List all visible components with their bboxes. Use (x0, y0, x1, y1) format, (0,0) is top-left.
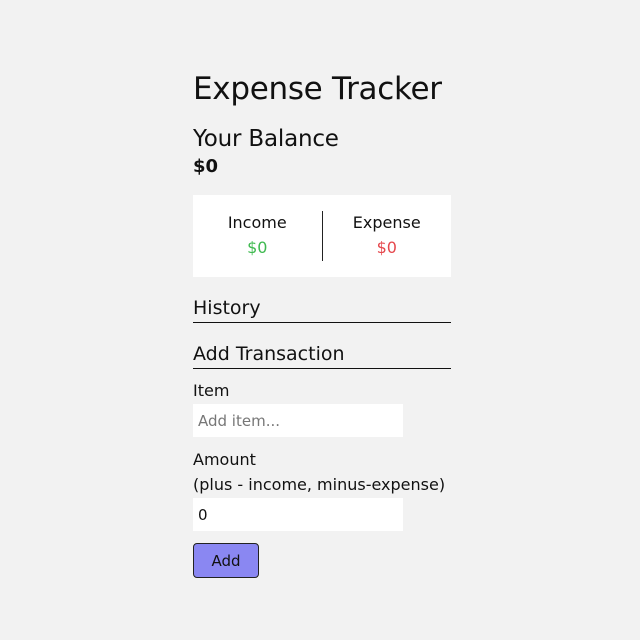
income-value: $0 (247, 238, 268, 257)
balance-value: $0 (193, 156, 219, 177)
amount-hint: (plus - income, minus-expense) (193, 475, 446, 494)
add-transaction-form: Item Amount (plus - income, minus-expens… (193, 378, 451, 578)
add-button[interactable]: Add (193, 543, 259, 578)
item-label: Item (193, 381, 230, 400)
income-label: Income (227, 213, 287, 232)
expense-value: $0 (376, 238, 397, 257)
add-transaction-heading: Add Transaction (193, 341, 451, 369)
item-input[interactable] (193, 404, 403, 437)
expense-label: Expense (352, 213, 421, 232)
balance-heading: Your Balance (193, 126, 339, 152)
history-heading: History (193, 295, 451, 323)
expense-tracker-app: Expense Tracker Your Balance $0 Income $… (193, 68, 451, 578)
amount-label: Amount (193, 450, 256, 469)
income-expense-summary: Income $0 Expense $0 (193, 195, 451, 277)
page-title: Expense Tracker (193, 71, 442, 107)
income-summary: Income $0 (193, 212, 322, 260)
expense-summary: Expense $0 (323, 212, 452, 260)
amount-input[interactable] (193, 498, 403, 531)
